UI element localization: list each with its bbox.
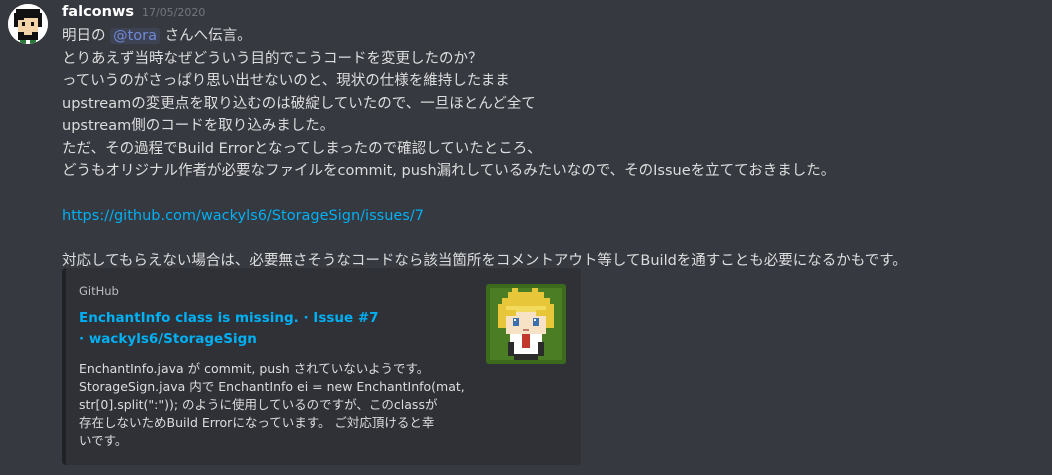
embed-provider: GitHub	[79, 284, 119, 298]
pixel-person-icon	[8, 4, 48, 44]
issue-link[interactable]: https://github.com/wackyls6/StorageSign/…	[62, 208, 424, 224]
embed-thumbnail[interactable]	[486, 284, 566, 364]
message-header: falconws 17/05/2020	[62, 4, 205, 24]
link-embed: GitHub EnchantInfo class is missing. · I…	[62, 268, 581, 465]
message-line: っていうのがさっぱり思い出せないのと、現状の仕様を維持したまま	[62, 73, 510, 89]
message-line: upstream側のコードを取り込みました。	[62, 118, 335, 134]
message-line: とりあえず当時なぜどういう目的でこうコードを変更したのか？	[62, 50, 483, 67]
message-content: 明日の @tora さんへ伝言。 とりあえず当時なぜどういう目的でこうコードを変…	[62, 25, 1047, 273]
message-line: ただ、その過程でBuild Errorとなってしまったので確認していたところ、	[62, 140, 542, 157]
chat-message: falconws 17/05/2020 明日の @tora さんへ伝言。 とりあ…	[0, 0, 1052, 475]
embed-description-line: 存在しないためBuild Errorになっています。 ご対応頂けると幸	[79, 415, 435, 430]
user-mention[interactable]: @tora	[110, 28, 161, 44]
embed-description-line: いです。	[79, 433, 128, 448]
message-text: さんへ伝言。	[164, 28, 252, 44]
embed-description-line: EnchantInfo.java が commit, push されていないよう…	[79, 361, 430, 376]
embed-description-line: StorageSign.java 内で EnchantInfo ei = new…	[79, 379, 465, 394]
embed-description-line: str[0].split(":")); のように使用しているのですが、このcla…	[79, 397, 438, 412]
message-line: upstreamの変更点を取り込むのは破綻していたので、一旦ほとんど全て	[62, 95, 536, 112]
message-line: https://github.com/wackyls6/StorageSign/…	[62, 205, 1047, 228]
message-line: 明日の @tora さんへ伝言。	[62, 25, 1047, 48]
timestamp: 17/05/2020	[141, 6, 206, 19]
user-avatar[interactable]	[8, 4, 48, 44]
username[interactable]: falconws	[62, 4, 134, 20]
embed-description: EnchantInfo.java が commit, push されていないよう…	[79, 360, 489, 450]
embed-title-link[interactable]: EnchantInfo class is missing. · Issue #7…	[79, 308, 379, 350]
message-text: 明日の	[62, 28, 106, 44]
message-line: どうもオリジナル作者が必要なファイルをcommit, push漏れしているみたい…	[62, 163, 836, 179]
anime-character-avatar-icon	[486, 284, 566, 364]
